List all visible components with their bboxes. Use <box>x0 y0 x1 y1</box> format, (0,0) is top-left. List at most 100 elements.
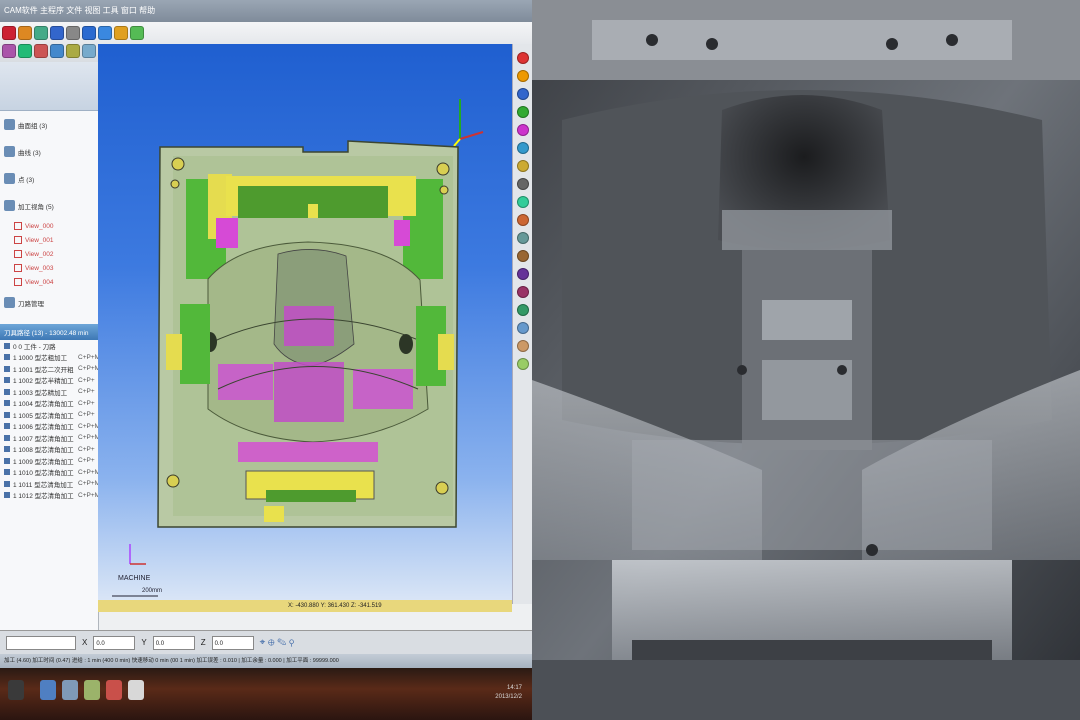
view-tool-icon[interactable] <box>516 268 529 280</box>
taskbar-app-icon[interactable] <box>84 680 100 700</box>
view-tool-icon[interactable] <box>516 358 529 370</box>
taskbar-app-icon[interactable] <box>40 680 56 700</box>
tree-item[interactable]: 曲线 (3) <box>0 138 98 165</box>
curve-icon <box>4 146 15 157</box>
view-tool-icon[interactable] <box>516 88 529 100</box>
toolpath-axis: C+P+M <box>78 353 101 361</box>
toolpath-name: 1 1007 型芯清角加工 <box>13 435 74 443</box>
view-iso-icon[interactable] <box>82 26 96 40</box>
toolpath-name: 1 1005 型芯清角加工 <box>13 412 74 420</box>
measure-icon[interactable] <box>82 44 96 58</box>
view-tool-icon[interactable] <box>516 304 529 316</box>
view-tool-icon[interactable] <box>516 340 529 352</box>
central-core-cavity <box>203 241 429 443</box>
view-tool-icon[interactable] <box>516 286 529 298</box>
toolpath-row[interactable]: 1 1001 型芯二次开粗 C+P+M <box>0 363 100 375</box>
taskbar-app-icon[interactable] <box>62 680 78 700</box>
shade-icon[interactable] <box>130 26 144 40</box>
taskbar-app-icon[interactable] <box>106 680 122 700</box>
x-input[interactable]: 0.0 <box>93 635 136 650</box>
window-title: CAM软件 主程序 文件 视图 工具 窗口 帮助 <box>4 6 156 15</box>
y-label: Y <box>141 638 147 647</box>
view-triad-icon <box>453 99 484 147</box>
cam-application-window: CAM软件 主程序 文件 视图 工具 窗口 帮助 1 曲面组 (3)曲线 (3)… <box>0 0 532 720</box>
machine-label: MACHINE <box>118 575 151 582</box>
toolpath-name: 1 1000 型芯粗加工 <box>13 355 68 363</box>
redo-icon[interactable] <box>66 26 80 40</box>
open-icon[interactable] <box>18 26 32 40</box>
toolpath-manager-label: 刀路管理 <box>18 300 44 308</box>
start-button-icon[interactable] <box>8 680 24 700</box>
undo-icon[interactable] <box>50 26 64 40</box>
z-input[interactable]: 0.0 <box>211 635 254 650</box>
taskbar-app-icon[interactable] <box>128 680 144 700</box>
view-item-label: View_001 <box>25 236 54 244</box>
view-item[interactable]: View_003 <box>0 261 98 275</box>
new-icon[interactable] <box>2 26 16 40</box>
zoom-icon[interactable] <box>18 44 32 58</box>
toolpath-row[interactable]: 1 1003 型芯精加工 C+P+ <box>0 386 98 398</box>
toolpath-row[interactable]: 1 1000 型芯粗加工 C+P+M <box>0 352 101 364</box>
toolpath-list-title: 刀具路径 (13) - 13002.48 min <box>4 330 89 337</box>
toolpath-op-icon <box>4 492 10 499</box>
snap-mode-select[interactable] <box>6 635 76 650</box>
rotate-icon[interactable] <box>50 44 64 58</box>
view-icon <box>14 264 22 272</box>
toolpath-op-icon <box>4 480 10 487</box>
view-item[interactable]: View_000 <box>0 219 98 233</box>
view-tool-icon[interactable] <box>516 142 529 154</box>
view-item[interactable]: View_001 <box>0 233 98 247</box>
view-tool-icon[interactable] <box>516 124 529 136</box>
toolpath-row[interactable]: 1 1008 型芯清角加工 C+P+ <box>0 444 98 456</box>
view-tool-icon[interactable] <box>516 214 529 226</box>
z-label: Z <box>200 638 206 647</box>
toolpath-row[interactable]: 1 1006 型芯清角加工 C+P+M <box>0 421 100 433</box>
toolpath-row[interactable]: 1 1005 型芯清角加工 C+P+ <box>0 409 98 421</box>
toolpath-op-icon <box>4 446 10 453</box>
view-tool-icon[interactable] <box>516 322 529 334</box>
toolpath-name: 1 1012 型芯清角加工 <box>13 493 74 501</box>
toolpath-row[interactable]: 1 1007 型芯清角加工 C+P+M <box>0 432 100 444</box>
view-tool-icon[interactable] <box>516 196 529 208</box>
mold-core-model: MACHINE 200mm <box>112 99 484 597</box>
toolpath-manager-item[interactable]: 刀路管理 <box>0 289 98 316</box>
pan-icon[interactable] <box>34 44 48 58</box>
tree-item-label: 曲面组 (3) <box>18 122 48 130</box>
view-tool-icon[interactable] <box>516 160 529 172</box>
view-item[interactable]: View_004 <box>0 275 98 289</box>
view-tool-icon[interactable] <box>516 250 529 262</box>
view-item[interactable]: View_002 <box>0 247 98 261</box>
view-top-icon[interactable] <box>98 26 112 40</box>
fit-icon[interactable] <box>66 44 80 58</box>
toolpath-row[interactable]: 1 1002 型芯半精加工 C+P+ <box>0 375 98 387</box>
toolpath-row[interactable]: 1 1004 型芯清角加工 C+P+ <box>0 398 98 410</box>
window-title-bar: CAM软件 主程序 文件 视图 工具 窗口 帮助 <box>0 0 532 22</box>
3d-viewport[interactable]: MACHINE 200mm <box>98 44 512 600</box>
view-tool-icon[interactable] <box>516 232 529 244</box>
snap-icons[interactable]: ⌖ ⊕ ✎ ⚲ <box>260 637 295 648</box>
view-tool-icon[interactable] <box>516 178 529 190</box>
toolpath-axis: C+P+ <box>78 445 95 453</box>
tree-item[interactable]: 点 (3) <box>0 165 98 192</box>
toolpath-row[interactable]: 1 1011 型芯清角加工 C+P+M <box>0 478 100 490</box>
y-input[interactable]: 0.0 <box>152 635 195 650</box>
view-tool-icon[interactable] <box>516 70 529 82</box>
tree-item[interactable]: 曲面组 (3) <box>0 111 98 138</box>
view-front-icon[interactable] <box>114 26 128 40</box>
view-icon <box>14 236 22 244</box>
toolpath-row[interactable]: 0 0 工件 - 刀路 <box>0 340 98 352</box>
view-tool-icon[interactable] <box>516 106 529 118</box>
toolpath-row[interactable]: 1 1012 型芯清角加工 C+P+M <box>0 490 100 502</box>
toolpath-list-header[interactable]: 刀具路径 (13) - 13002.48 min <box>0 324 98 340</box>
toolpath-axis: C+P+ <box>78 411 95 419</box>
tree-item[interactable]: 加工视角 (5) <box>0 192 98 219</box>
toolpath-row[interactable]: 1 1010 型芯清角加工 C+P+M <box>0 467 100 479</box>
view-tool-icon[interactable] <box>516 52 529 64</box>
wire-icon[interactable] <box>2 44 16 58</box>
taskbar-clock[interactable]: 14:17 2013/12/2 <box>495 684 522 702</box>
tree-item-label: 加工视角 (5) <box>18 203 54 211</box>
toolpath-op-icon <box>4 365 10 372</box>
save-icon[interactable] <box>34 26 48 40</box>
mold-photo-illustration <box>532 0 1080 720</box>
toolpath-row[interactable]: 1 1009 型芯清角加工 C+P+ <box>0 455 98 467</box>
